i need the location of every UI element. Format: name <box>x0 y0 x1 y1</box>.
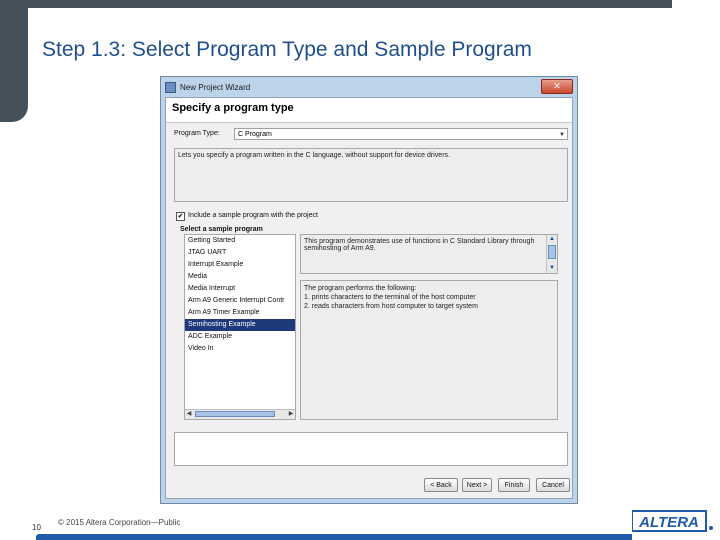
list-item[interactable]: JTAG UART <box>185 247 295 259</box>
program-type-description: Lets you specify a program written in th… <box>174 148 568 202</box>
program-type-value: C Program <box>238 131 272 138</box>
summary-vertical-scrollbar[interactable]: ▲ ▼ <box>546 235 557 273</box>
list-item[interactable]: Video In <box>185 343 295 355</box>
slide-title: Step 1.3: Select Program Type and Sample… <box>42 38 532 61</box>
details-line: The program performs the following: <box>304 285 417 292</box>
svg-text:ALTERA: ALTERA <box>638 514 699 531</box>
scroll-left-icon[interactable]: ◀ <box>185 410 193 418</box>
list-item[interactable]: ADC Example <box>185 331 295 343</box>
finish-button[interactable]: Finish <box>498 478 530 492</box>
message-area <box>174 432 568 466</box>
slide-top-bar <box>0 0 672 8</box>
next-button[interactable]: Next > <box>462 478 492 492</box>
window-titlebar: New Project Wizard <box>165 79 573 97</box>
copyright-text: © 2015 Altera Corporation—Public <box>58 518 181 527</box>
sample-summary-box: This program demonstrates use of functio… <box>300 234 558 274</box>
page-heading: Specify a program type <box>172 102 294 114</box>
include-sample-checkbox[interactable]: ✔ <box>176 212 185 221</box>
sample-details-box: The program performs the following: 1. p… <box>300 280 558 420</box>
footer-bar <box>36 534 632 540</box>
details-line: 2. reads characters from host computer t… <box>304 303 478 310</box>
scroll-down-icon[interactable]: ▼ <box>547 264 557 273</box>
details-line: 1. prints characters to the terminal of … <box>304 294 476 301</box>
program-type-select[interactable]: C Program ▼ <box>234 128 568 140</box>
chevron-down-icon[interactable]: ▼ <box>559 129 565 141</box>
program-type-label: Program Type: <box>174 130 220 137</box>
list-item[interactable]: Getting Started <box>185 235 295 247</box>
list-item[interactable]: Arm A9 Generic Interrupt Contr <box>185 295 295 307</box>
list-horizontal-scrollbar[interactable]: ◀ ▶ <box>185 409 295 419</box>
sample-program-list[interactable]: Getting Started JTAG UART Interrupt Exam… <box>184 234 296 420</box>
scroll-up-icon[interactable]: ▲ <box>547 235 557 244</box>
list-item[interactable]: Media <box>185 271 295 283</box>
list-item[interactable]: Media Interrupt <box>185 283 295 295</box>
list-item[interactable]: Arm A9 Timer Example <box>185 307 295 319</box>
new-project-wizard-window: New Project Wizard ✕ Specify a program t… <box>160 76 578 504</box>
list-item-selected[interactable]: Semihosting Example <box>185 319 295 331</box>
include-sample-label: Include a sample program with the projec… <box>188 212 318 219</box>
altera-logo: ALTERA <box>631 508 716 534</box>
wizard-client-area: Specify a program type Program Type: C P… <box>165 97 573 499</box>
wizard-header: Specify a program type <box>166 98 572 123</box>
window-title: New Project Wizard <box>180 83 251 92</box>
close-button[interactable]: ✕ <box>541 79 573 94</box>
select-sample-label: Select a sample program <box>180 226 263 233</box>
scroll-right-icon[interactable]: ▶ <box>287 410 295 418</box>
cancel-button[interactable]: Cancel <box>536 478 570 492</box>
back-button[interactable]: < Back <box>424 478 458 492</box>
scrollbar-thumb[interactable] <box>548 245 556 259</box>
wizard-app-icon <box>165 82 176 94</box>
sample-summary-text: This program demonstrates use of functio… <box>304 238 535 252</box>
list-item[interactable]: Interrupt Example <box>185 259 295 271</box>
scrollbar-thumb[interactable] <box>195 411 275 417</box>
page-number: 10 <box>32 523 41 532</box>
slide-corner-bar <box>0 0 28 122</box>
